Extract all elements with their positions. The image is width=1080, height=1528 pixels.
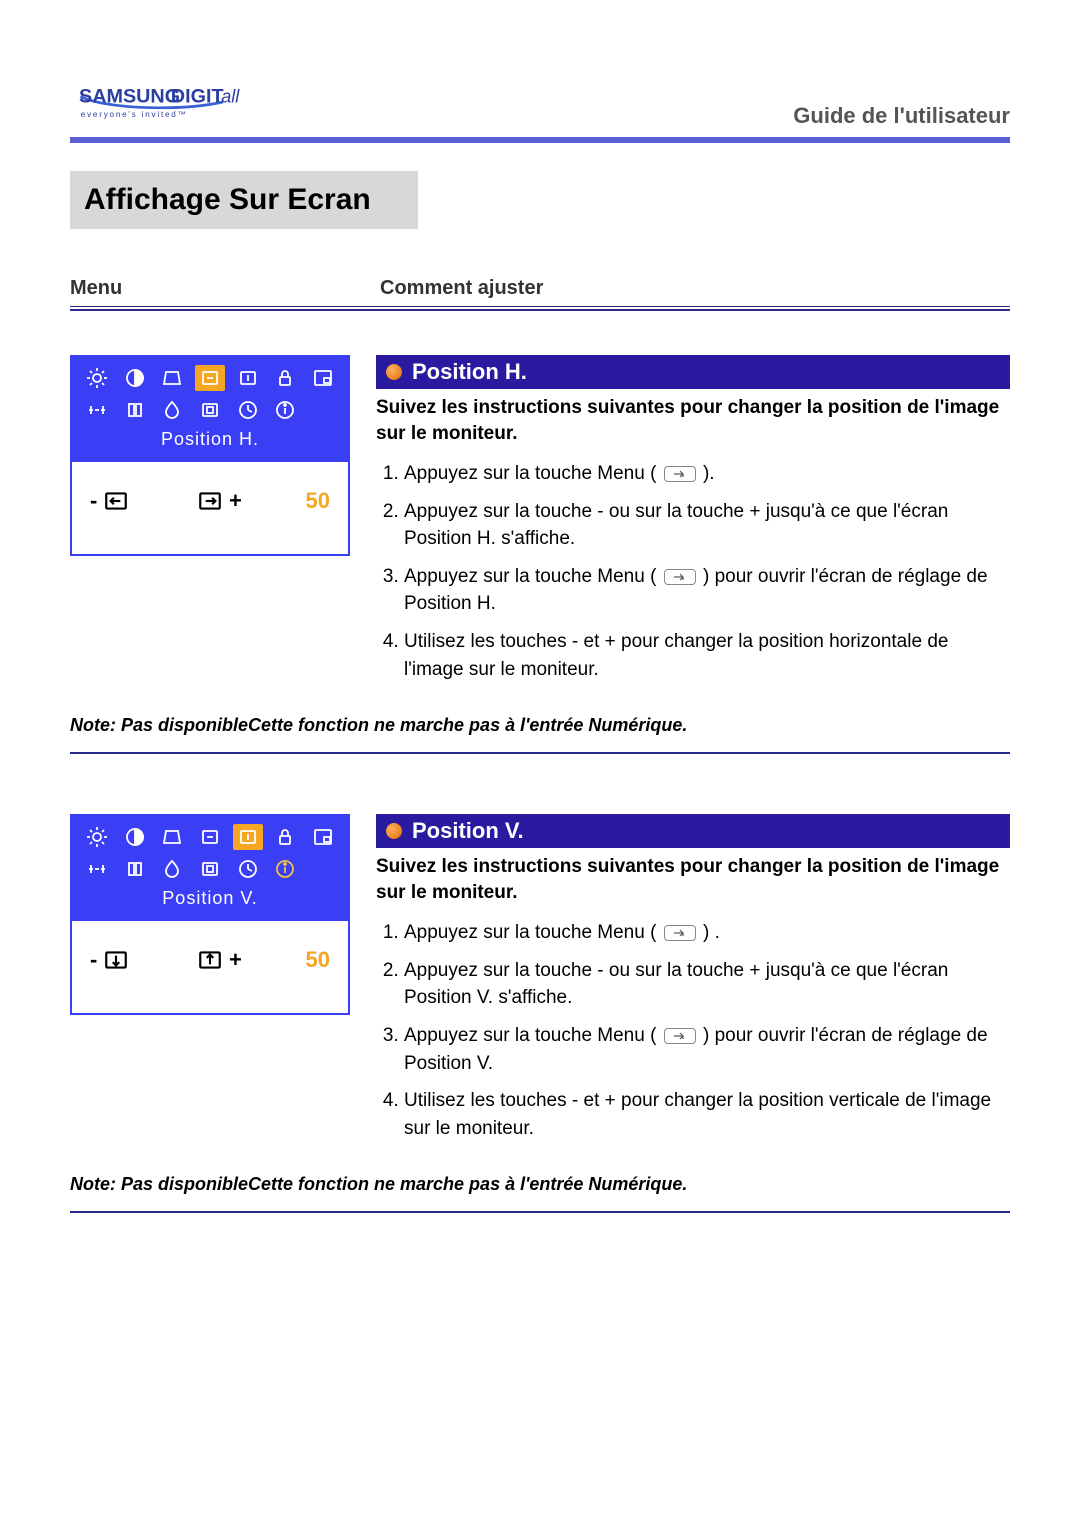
svg-text:SAMSUNG: SAMSUNG [79,85,180,107]
bullet-icon [386,364,402,380]
osd-screenH-icon [195,824,225,850]
instruction-step: Appuyez sur la touche Menu ( ) . [404,919,1010,947]
section-heading-text: Position H. [412,359,527,385]
instruction-step: Utilisez les touches - et + pour changer… [404,1087,1010,1142]
steps-list: Appuyez sur la touche Menu ( ). Appuyez s… [376,460,1010,683]
osd-mock: Position H. - + 50 [70,355,350,556]
osd-value: 50 [306,488,330,514]
increase-control: + [195,488,242,514]
osd-label: Position V. [80,882,340,917]
osd-screen2-icon [195,397,225,423]
menu-button-icon [664,569,696,585]
instruction-step: Utilisez les touches - et + pour changer… [404,628,1010,683]
page-title-bar: Affichage Sur Ecran [70,171,1010,229]
osd-pip-icon [308,365,338,391]
brand-logo: SAMSUNG DIGIT all everyone's invited™ [70,70,250,129]
osd-trapezoid-icon [157,824,187,850]
osd-clock-icon [233,397,263,423]
osd-brightness-icon [82,824,112,850]
instructions: Position V. Suivez les instructions suiv… [376,814,1010,1152]
guide-title: Guide de l'utilisateur [793,103,1010,129]
section-lead: Suivez les instructions suivantes pour c… [376,854,1010,905]
osd-lock-icon [270,365,300,391]
svg-text:DIGIT: DIGIT [171,85,224,107]
header-row: SAMSUNG DIGIT all everyone's invited™ Gu… [70,70,1010,129]
osd-screenV-icon [233,365,263,391]
osd-fine-icon [82,397,112,423]
section-heading-text: Position V. [412,818,524,844]
column-adjust-label: Comment ajuster [380,277,543,300]
section-lead: Suivez les instructions suivantes pour c… [376,395,1010,446]
header-rule [70,137,1010,143]
section-divider [70,752,1010,754]
decrease-control: - [90,947,131,973]
steps-list: Appuyez sur la touche Menu ( ) . Appuyez … [376,919,1010,1142]
section-heading: Position V. [376,814,1010,848]
instructions: Position H. Suivez les instructions suiv… [376,355,1010,693]
osd-color-icon [157,397,187,423]
svg-text:all: all [221,86,240,106]
osd-screenH-icon [195,365,225,391]
osd-lock-icon [270,824,300,850]
osd-spacer [308,397,338,423]
instruction-step: Appuyez sur la touche - ou sur la touche… [404,957,1010,1012]
increase-control: + [195,947,242,973]
osd-clock-icon [233,856,263,882]
osd-screen2-icon [195,856,225,882]
osd-value: 50 [306,947,330,973]
osd-mock: Position V. - + 50 [70,814,350,1015]
svg-text:everyone's invited™: everyone's invited™ [81,110,188,119]
osd-color-icon [157,856,187,882]
bullet-icon [386,823,402,839]
column-headers: Menu Comment ajuster [70,277,1010,311]
osd-contrast-icon [120,824,150,850]
section-0: Position H. - + 50 Position H. Suivez le… [70,355,1010,693]
section-note: Note: Pas disponibleCette fonction ne ma… [70,1174,1010,1195]
instruction-step: Appuyez sur la touche Menu ( ) pour ouvr… [404,1022,1010,1077]
osd-pip-icon [308,824,338,850]
instruction-step: Appuyez sur la touche Menu ( ) pour ouvr… [404,563,1010,618]
osd-speaker-icon [120,856,150,882]
osd-brightness-icon [82,365,112,391]
osd-fine-icon [82,856,112,882]
osd-spacer [308,856,338,882]
menu-button-icon [664,1028,696,1044]
decrease-control: - [90,488,131,514]
osd-screenV-icon [233,824,263,850]
osd-contrast-icon [120,365,150,391]
osd-trapezoid-icon [157,365,187,391]
section-note: Note: Pas disponibleCette fonction ne ma… [70,715,1010,736]
section-heading: Position H. [376,355,1010,389]
section-divider [70,1211,1010,1213]
osd-info-icon [270,856,300,882]
instruction-step: Appuyez sur la touche - ou sur la touche… [404,498,1010,553]
column-menu-label: Menu [70,277,380,300]
instruction-step: Appuyez sur la touche Menu ( ). [404,460,1010,488]
osd-speaker-icon [120,397,150,423]
osd-label: Position H. [80,423,340,458]
osd-info-icon [270,397,300,423]
section-1: Position V. - + 50 Position V. Suivez le… [70,814,1010,1152]
page-title: Affichage Sur Ecran [84,183,371,217]
menu-button-icon [664,466,696,482]
menu-button-icon [664,925,696,941]
